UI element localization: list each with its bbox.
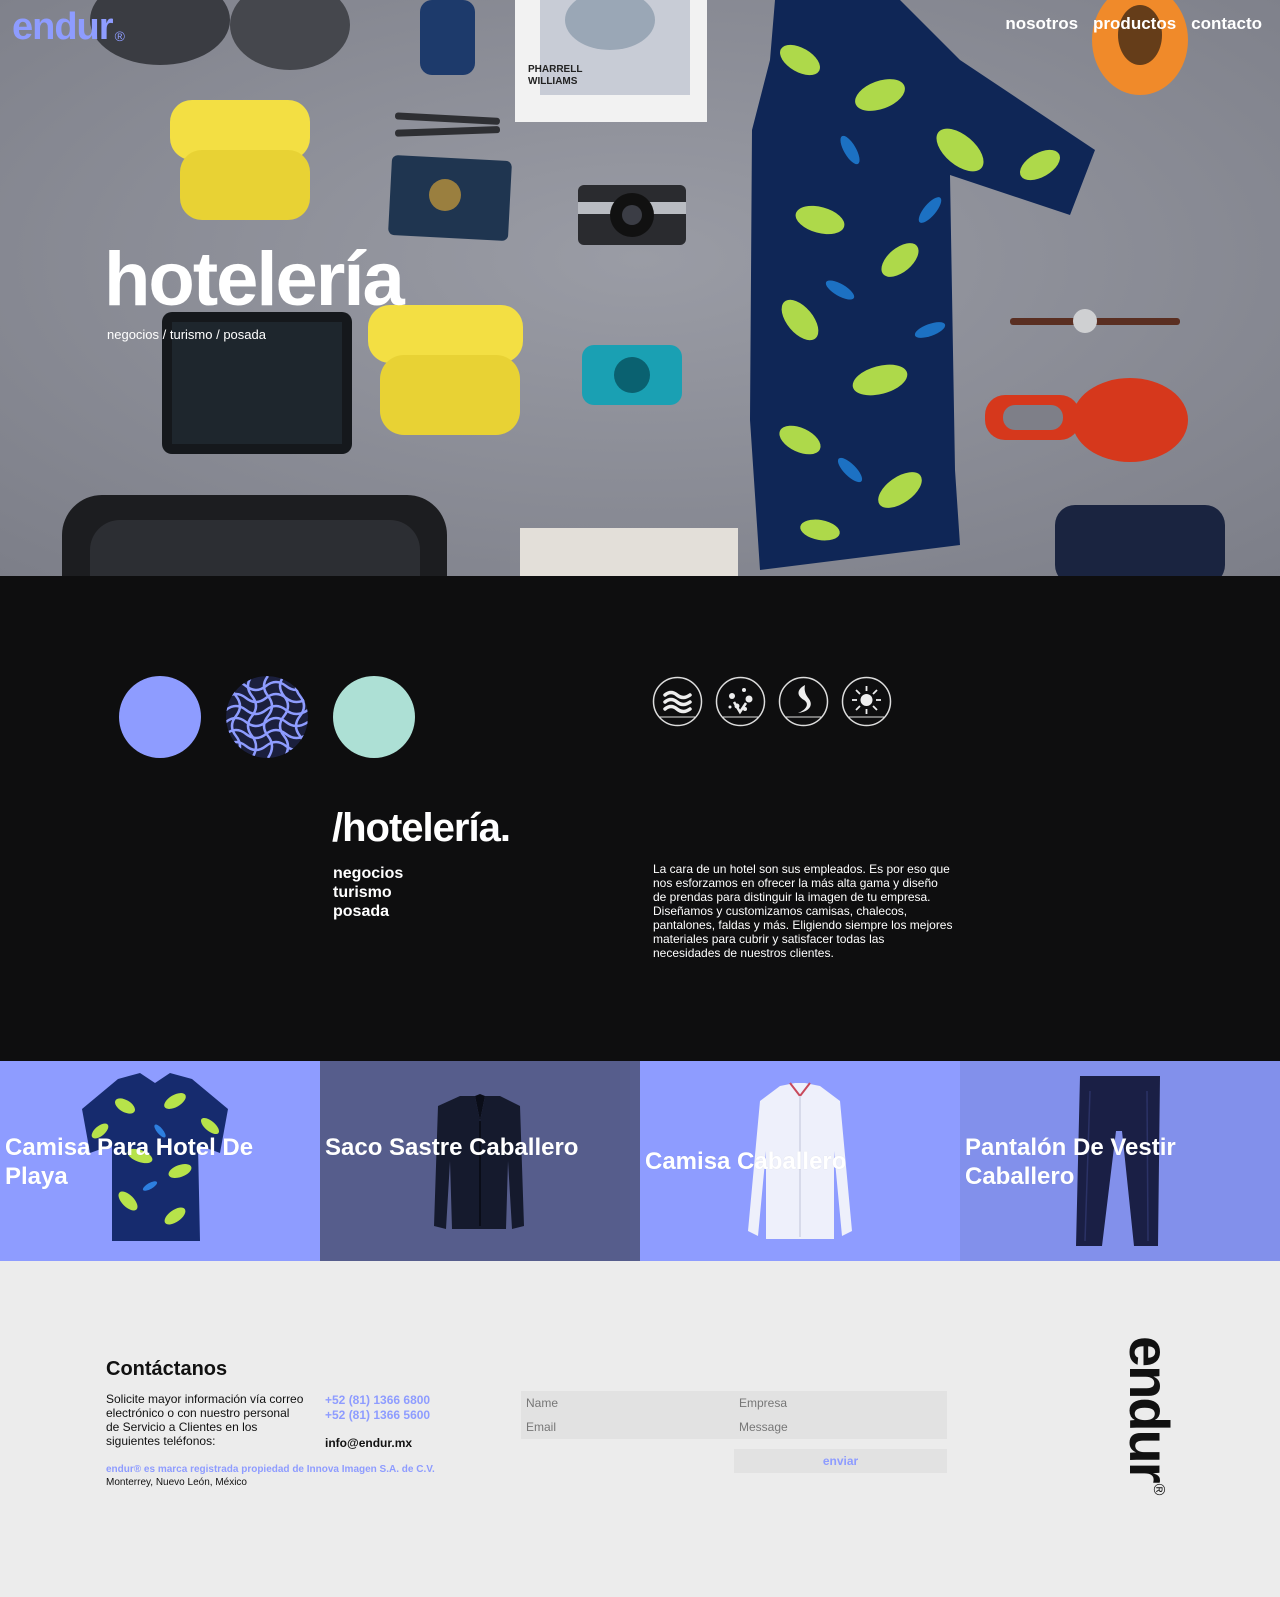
phone-link[interactable]: +52 (81) 1366 5600 bbox=[325, 1408, 430, 1423]
flame-icon bbox=[778, 676, 829, 727]
category-item: negocios bbox=[333, 865, 404, 882]
waves-icon bbox=[652, 676, 703, 727]
feature-icons bbox=[652, 676, 892, 727]
registered-mark: ® bbox=[114, 28, 125, 44]
swatch-mint bbox=[333, 676, 415, 758]
product-grid: Camisa Para Hotel De Playa Saco Sastre C… bbox=[0, 1061, 1280, 1261]
swatch-periwinkle bbox=[119, 676, 201, 758]
vertical-brand-logo: endur® bbox=[1118, 1336, 1188, 1546]
product-card[interactable]: Saco Sastre Caballero bbox=[320, 1061, 640, 1261]
contact-description: Solicite mayor información vía correo el… bbox=[106, 1392, 304, 1448]
vertical-logo-text: endur bbox=[1118, 1336, 1181, 1482]
nav-link-productos[interactable]: productos bbox=[1093, 14, 1176, 34]
main-nav: nosotros productos contacto bbox=[1005, 14, 1262, 34]
category-list: negocios turismo posada bbox=[333, 864, 403, 921]
hero-title: hotelería bbox=[104, 237, 405, 322]
product-name: Saco Sastre Caballero bbox=[325, 1134, 579, 1161]
category-item: posada bbox=[333, 903, 390, 920]
contact-section: Contáctanos Solicite mayor información v… bbox=[0, 1261, 1280, 1597]
section-title: /hotelería. bbox=[332, 806, 511, 850]
brand-logo[interactable]: endur ® bbox=[12, 6, 125, 49]
message-field[interactable] bbox=[734, 1415, 947, 1439]
email-field[interactable] bbox=[521, 1415, 734, 1439]
email-link[interactable]: info@endur.mx bbox=[325, 1436, 412, 1450]
trademark-notice: endur® es marca registrada propiedad de … bbox=[106, 1464, 435, 1475]
brand-logo-text: endur bbox=[12, 6, 114, 48]
product-card[interactable]: Camisa Para Hotel De Playa bbox=[0, 1061, 320, 1261]
nav-link-nosotros[interactable]: nosotros bbox=[1005, 14, 1078, 34]
location-text: Monterrey, Nuevo León, México bbox=[106, 1477, 247, 1488]
contact-form: enviar bbox=[521, 1391, 947, 1473]
svg-text:PHARRELL: PHARRELL bbox=[528, 64, 582, 75]
intro-section: /hotelería. negocios turismo posada La c… bbox=[0, 576, 1280, 1061]
dots-icon bbox=[715, 676, 766, 727]
registered-mark: ® bbox=[1150, 1483, 1167, 1494]
category-item: turismo bbox=[333, 884, 392, 901]
nav-link-contacto[interactable]: contacto bbox=[1191, 14, 1262, 34]
product-name: Pantalón De Vestir Caballero bbox=[965, 1134, 1176, 1190]
contact-title: Contáctanos bbox=[106, 1358, 228, 1380]
product-name: Camisa Para Hotel De Playa bbox=[5, 1134, 254, 1190]
company-field[interactable] bbox=[734, 1391, 947, 1415]
product-card[interactable]: Pantalón De Vestir Caballero bbox=[960, 1061, 1280, 1261]
sun-icon bbox=[841, 676, 892, 727]
product-card[interactable]: Camisa Caballero bbox=[640, 1061, 960, 1261]
name-field[interactable] bbox=[521, 1391, 734, 1415]
hero-subtitle: negocios / turismo / posada bbox=[107, 327, 266, 342]
phone-link[interactable]: +52 (81) 1366 6800 bbox=[325, 1393, 430, 1408]
product-name: Camisa Caballero bbox=[645, 1148, 847, 1175]
swatch-pattern bbox=[226, 676, 308, 758]
svg-text:WILLIAMS: WILLIAMS bbox=[528, 76, 578, 87]
submit-button[interactable]: enviar bbox=[734, 1449, 947, 1473]
hero: PHARRELL WILLIAMS endur ® nosotros produ… bbox=[0, 0, 1280, 576]
phone-list: +52 (81) 1366 6800 +52 (81) 1366 5600 bbox=[325, 1393, 430, 1423]
section-description: La cara de un hotel son sus empleados. E… bbox=[653, 862, 953, 960]
